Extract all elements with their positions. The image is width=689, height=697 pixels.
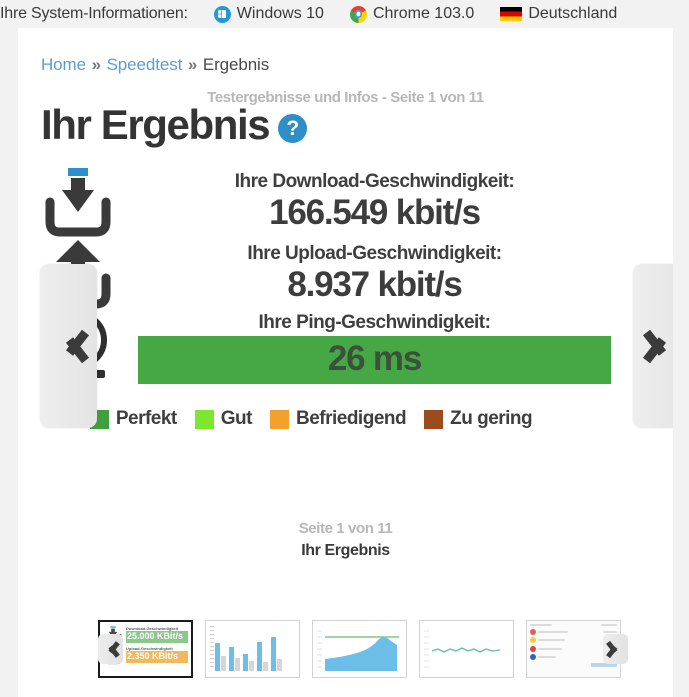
system-info-os: Windows 10 (213, 5, 324, 23)
breadcrumb-link-home[interactable]: Home (41, 55, 86, 74)
ping-value: 26 ms (327, 339, 422, 379)
download-value: 166.549 kbit/s (269, 193, 481, 233)
download-text: Ihre Download-Geschwindigkeit: 166.549 k… (138, 171, 673, 233)
system-info-country: Deutschland (500, 5, 617, 23)
legend-label: Perfekt (115, 408, 177, 430)
download-label: Ihre Download-Geschwindigkeit: (234, 171, 515, 193)
system-info-browser: Chrome 103.0 (349, 5, 475, 23)
legend-item-zu-gering: Zu gering (424, 408, 533, 430)
results-section: Ihre Download-Geschwindigkeit: 166.549 k… (18, 166, 673, 386)
thumbnail-strip: Download-Geschwindigkeit 25.000 KBit/s U… (98, 620, 628, 678)
carousel-next-button[interactable] (633, 264, 673, 428)
upload-value: 8.937 kbit/s (287, 265, 463, 305)
upload-label: Ihre Upload-Geschwindigkeit: (247, 243, 502, 265)
result-row-download: Ihre Download-Geschwindigkeit: 166.549 k… (18, 166, 673, 238)
thumbnail-upload-block: Upload-Geschwindigkeit 2.350 KBit/s (126, 647, 188, 663)
carousel-page-name: Ihr Ergebnis (301, 542, 390, 560)
thumbnail-upload-value: 2.350 KBit/s (126, 651, 188, 663)
legend-swatch (424, 409, 444, 429)
legend-label: Zu gering (450, 408, 533, 430)
thumbnail-area-chart[interactable] (312, 620, 407, 678)
legend-item-gut: Gut (194, 408, 253, 430)
system-info-bar: Ihre System-Informationen: Windows 10 Ch… (0, 0, 689, 28)
chevron-left-icon (58, 328, 80, 364)
carousel-pager: Seite 1 von 11 Ihr Ergebnis (18, 520, 673, 560)
carousel-page-count: Seite 1 von 11 (298, 520, 393, 538)
thumbnail-strip-next-button[interactable] (603, 634, 628, 664)
breadcrumb-separator: » (187, 55, 198, 74)
help-icon[interactable]: ? (278, 113, 308, 143)
ping-label: Ihre Ping-Geschwindigkeit: (258, 312, 491, 334)
chevron-right-icon (610, 641, 621, 658)
breadcrumb-current: Ergebnis (202, 55, 270, 74)
thumbnail-axis (210, 626, 214, 669)
chrome-icon (349, 5, 367, 23)
result-card: Home » Speedtest » Ergebnis Testergebnis… (18, 28, 673, 697)
thumbnail-bar-chart[interactable] (205, 620, 300, 678)
legend-label: Befriedigend (295, 408, 407, 430)
system-info-country-label: Deutschland (528, 5, 618, 22)
page-title-row: Ihr Ergebnis ? (41, 101, 673, 148)
download-arrow-icon (18, 166, 138, 238)
system-info-label: Ihre System-Informationen: (0, 5, 188, 22)
chevron-left-icon (105, 641, 116, 658)
thumbnail-line-chart-graphic (420, 621, 513, 677)
breadcrumb-link-speedtest[interactable]: Speedtest (107, 55, 183, 74)
german-flag-icon (500, 7, 523, 21)
thumbnail-strip-prev-button[interactable] (98, 634, 123, 664)
upload-text: Ihre Upload-Geschwindigkeit: 8.937 kbit/… (138, 243, 673, 305)
ping-text: Ihre Ping-Geschwindigkeit: 26 ms (138, 312, 673, 385)
system-info-browser-label: Chrome 103.0 (372, 5, 475, 22)
legend-item-befriedigend: Befriedigend (269, 408, 407, 430)
thumbnail-download-block: Download-Geschwindigkeit 25.000 KBit/s (126, 627, 188, 643)
legend-swatch (269, 409, 289, 429)
result-row-ping: Ihre Ping-Geschwindigkeit: 26 ms (18, 310, 673, 386)
breadcrumb: Home » Speedtest » Ergebnis (41, 55, 673, 75)
system-info-os-label: Windows 10 (236, 5, 324, 22)
ping-status-bar: 26 ms (138, 336, 611, 385)
thumbnail-bar-chart-graphic (206, 621, 299, 677)
quality-legend: Perfekt Gut Befriedigend Zu gering (18, 408, 673, 430)
result-row-upload: Ihre Upload-Geschwindigkeit: 8.937 kbit/… (18, 238, 673, 310)
breadcrumb-separator: » (91, 55, 101, 74)
page-title: Ihr Ergebnis (41, 101, 271, 148)
legend-item-perfekt: Perfekt (89, 408, 177, 430)
legend-label: Gut (220, 408, 253, 430)
active-thumbnail-caret (139, 620, 153, 622)
carousel-prev-button[interactable] (40, 264, 97, 428)
thumbnail-download-value: 25.000 KBit/s (126, 631, 188, 643)
windows-icon (213, 5, 231, 23)
thumbnail-area-chart-graphic (313, 621, 406, 677)
chevron-right-icon (651, 328, 673, 364)
legend-swatch (194, 409, 214, 429)
thumbnail-line-chart[interactable] (419, 620, 514, 678)
